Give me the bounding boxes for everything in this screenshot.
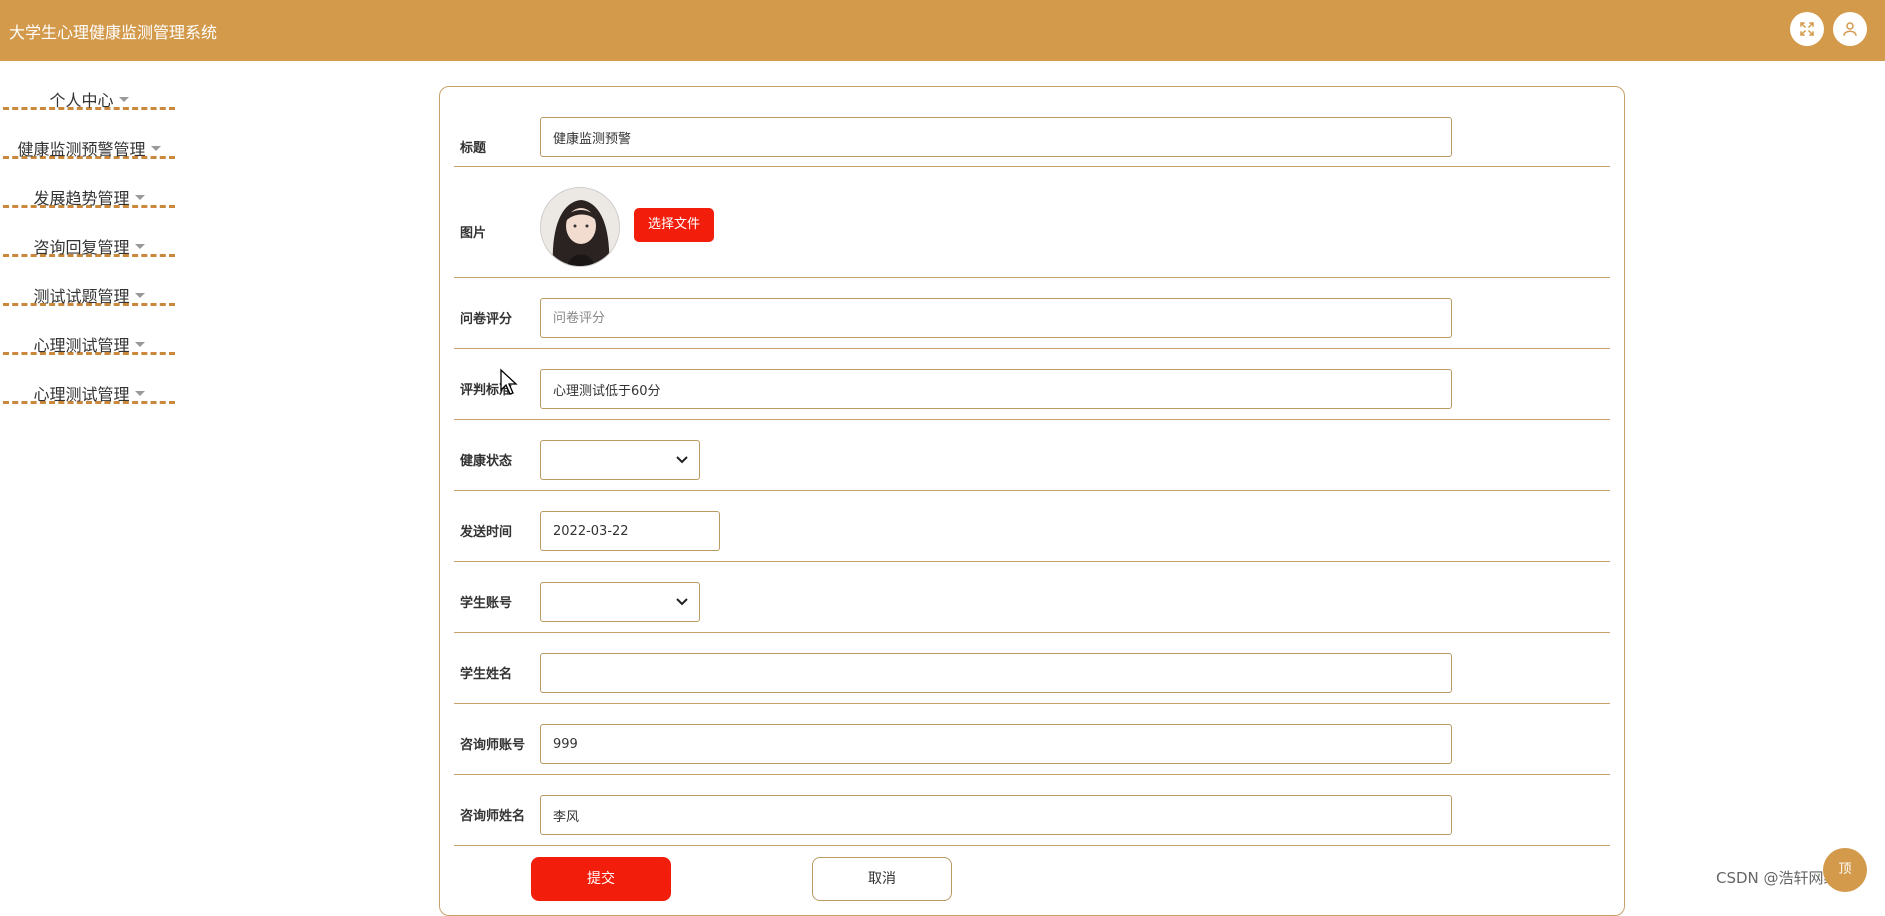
title-label: 标题 [460,141,487,156]
student-account-label: 学生账号 [460,596,513,611]
sidebar-item-psych-test[interactable]: 心理测试管理 [3,306,175,355]
sidebar-item-psych-test-2[interactable]: 心理测试管理 [3,355,175,404]
sidebar-item-label: 健康监测预警管理 [17,140,146,159]
sidebar-item-label: 测试试题管理 [33,287,130,306]
top-bar: 大学生心理健康监测管理系统 [0,0,1885,61]
caret-down-icon [118,97,129,102]
user-button[interactable] [1833,12,1867,46]
student-name-label: 学生姓名 [460,667,513,682]
row-image: 图片 选择文件 [454,167,1610,278]
row-send-time: 发送时间 [454,491,1610,562]
back-to-top-button[interactable]: 顶 [1823,848,1867,892]
counselor-account-label: 咨询师账号 [460,738,526,753]
chevron-down-icon [676,598,688,606]
sidebar-item-personal-center[interactable]: 个人中心 [3,61,175,110]
row-score: 问卷评分 [454,278,1610,349]
row-health-status: 健康状态 [454,420,1610,491]
watermark: CSDN @浩轩网络 [1716,869,1839,887]
fullscreen-button[interactable] [1790,12,1824,46]
sidebar-item-consult-reply[interactable]: 咨询回复管理 [3,208,175,257]
form-card: 标题 图片 选择文件 问卷评分 评判标准 健康状态 发送时间 [439,86,1625,916]
chevron-down-icon [676,456,688,464]
health-status-select[interactable] [540,440,700,480]
avatar-image [540,187,620,267]
caret-down-icon [134,342,145,347]
student-name-input[interactable] [540,653,1452,693]
criteria-input[interactable] [540,369,1452,409]
row-student-account: 学生账号 [454,562,1610,633]
sidebar-item-health-warning[interactable]: 健康监测预警管理 [3,110,175,159]
sidebar-item-label: 心理测试管理 [33,336,130,355]
sidebar-item-label: 发展趋势管理 [33,189,130,208]
sidebar-item-trend[interactable]: 发展趋势管理 [3,159,175,208]
counselor-name-label: 咨询师姓名 [460,809,526,824]
caret-down-icon [134,244,145,249]
row-criteria: 评判标准 [454,349,1610,420]
fullscreen-icon [1800,22,1814,36]
user-icon [1843,22,1857,36]
row-student-name: 学生姓名 [454,633,1610,704]
sidebar-item-label: 心理测试管理 [33,385,130,404]
student-account-select[interactable] [540,582,700,622]
sidebar-item-test-questions[interactable]: 测试试题管理 [3,257,175,306]
sidebar-item-label: 咨询回复管理 [33,238,130,257]
send-time-input[interactable] [540,511,720,551]
app-title: 大学生心理健康监测管理系统 [9,23,218,42]
sidebar-item-label: 个人中心 [49,91,114,110]
counselor-name-input[interactable] [540,795,1452,835]
image-label: 图片 [460,226,487,241]
cancel-button[interactable]: 取消 [812,857,952,901]
choose-file-button[interactable]: 选择文件 [634,208,714,242]
caret-down-icon [134,293,145,298]
submit-button[interactable]: 提交 [531,857,671,901]
caret-down-icon [134,391,145,396]
score-label: 问卷评分 [460,312,513,327]
health-status-label: 健康状态 [460,454,513,469]
caret-down-icon [134,195,145,200]
title-input[interactable] [540,117,1452,157]
caret-down-icon [150,146,161,151]
row-counselor-account: 咨询师账号 [454,704,1610,775]
row-counselor-name: 咨询师姓名 [454,775,1610,846]
row-title: 标题 [454,87,1610,167]
mouse-cursor-icon [500,368,518,395]
score-input[interactable] [540,298,1452,338]
send-time-label: 发送时间 [460,525,513,540]
counselor-account-input[interactable] [540,724,1452,764]
